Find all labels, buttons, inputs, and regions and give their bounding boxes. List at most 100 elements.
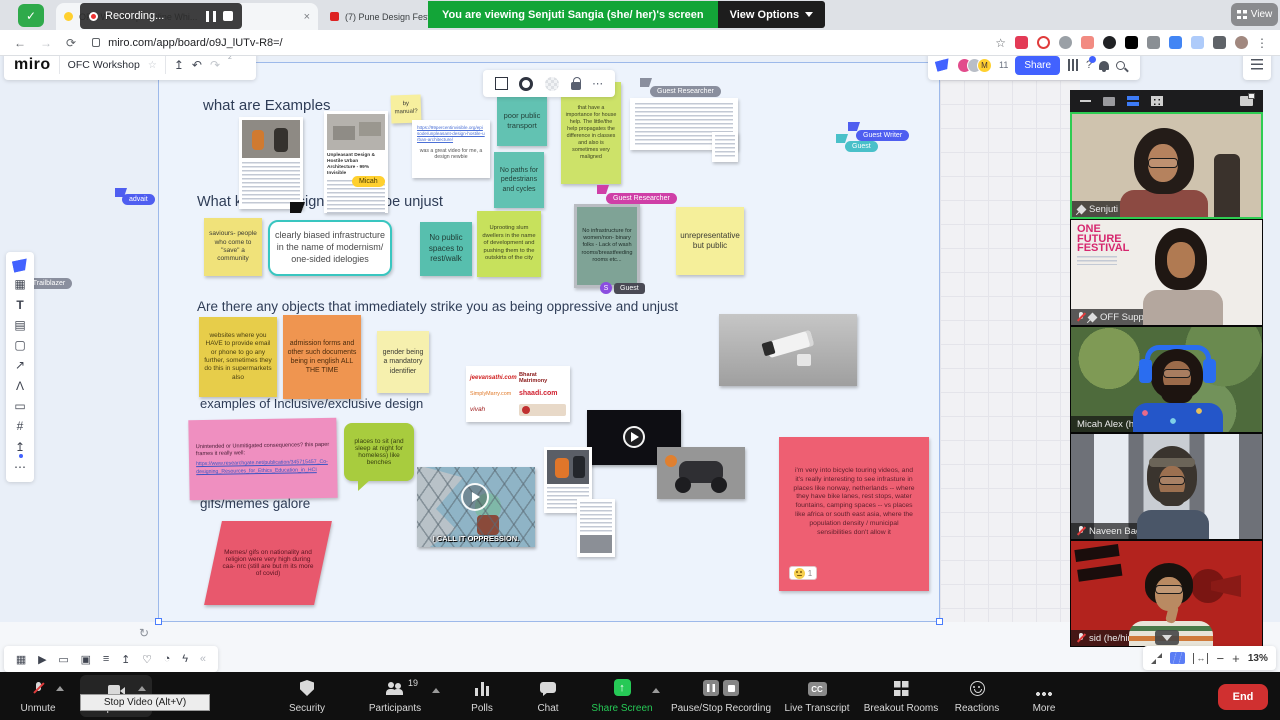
extension-pen-icon[interactable] xyxy=(1191,36,1204,49)
zoom-level[interactable]: 13% xyxy=(1248,653,1268,664)
redo-icon[interactable]: ↷ xyxy=(210,58,220,72)
comments-icon[interactable]: ▭ xyxy=(58,653,68,666)
avatar[interactable]: M xyxy=(977,58,992,73)
export-icon[interactable]: ↥ xyxy=(174,58,184,72)
video-tile-naveen[interactable]: Naveen Bagalkot xyxy=(1070,433,1263,540)
extension-circle-icon[interactable] xyxy=(1059,36,1072,49)
pause-recording-icon[interactable] xyxy=(206,11,216,22)
image-motorcycle[interactable] xyxy=(657,447,745,499)
reload-icon[interactable]: ⟳ xyxy=(66,36,76,50)
sticky-uprooting-slums[interactable]: Uprooting slum dwellers in the name of d… xyxy=(477,211,541,277)
fullscreen-icon[interactable] xyxy=(1151,653,1162,664)
sticky-no-public-spaces[interactable]: No public spaces to rest/walk xyxy=(420,222,472,276)
sticky-poor-transport[interactable]: poor public transport xyxy=(497,96,547,146)
shape-tool-icon[interactable]: ▢ xyxy=(14,338,25,352)
frame-handle[interactable] xyxy=(936,618,943,625)
extension-percent-icon[interactable] xyxy=(1015,36,1028,49)
unmute-button[interactable]: Unmute xyxy=(0,678,76,714)
sticky-websites-email[interactable]: websites where you HAVE to provide email… xyxy=(199,317,277,397)
extension-r-icon[interactable] xyxy=(1103,36,1116,49)
frame-handle[interactable] xyxy=(155,618,162,625)
view-options-button[interactable]: View Options xyxy=(718,1,825,28)
heading-unjust-design[interactable]: What kind of design tends to be unjust xyxy=(197,194,443,210)
frames-icon[interactable]: ▦ xyxy=(16,653,26,666)
heading-examples[interactable]: what are Examples xyxy=(203,97,331,114)
collapse-dock-icon[interactable]: « xyxy=(200,653,206,665)
note-link-99pi[interactable]: https://99percentinvisible.org/episode/u… xyxy=(412,120,490,178)
bookmark-star-icon[interactable]: ☆ xyxy=(995,36,1006,50)
shape-biased-infrastructure[interactable]: clearly biased infrastructure in the nam… xyxy=(268,220,392,276)
card-small-article[interactable] xyxy=(577,499,615,557)
zoom-view-button[interactable]: View xyxy=(1231,3,1278,26)
unmute-options-chevron[interactable] xyxy=(56,686,64,691)
miro-logo[interactable]: miro xyxy=(14,56,51,74)
sticky-no-infrastructure-women[interactable]: No infrastructure for women/non- binary … xyxy=(574,204,640,288)
settings-sliders-icon[interactable] xyxy=(1067,59,1079,71)
extension-b-icon[interactable] xyxy=(1125,36,1138,49)
export-board-icon[interactable]: ↥ xyxy=(121,653,130,666)
article-card-unpleasant-design[interactable]: Unpleasant Design & Hostile Urban Archit… xyxy=(324,111,388,213)
voting-icon[interactable]: ♡ xyxy=(142,653,152,666)
back-icon[interactable]: ← xyxy=(14,36,26,50)
browser-menu-icon[interactable]: ⋮ xyxy=(1256,36,1268,50)
reaction-chip[interactable]: 1 xyxy=(789,566,817,580)
square-shape-icon[interactable] xyxy=(495,77,508,90)
gallery-view-icon[interactable] xyxy=(1127,96,1139,106)
activities-icon[interactable]: ϟ xyxy=(182,653,188,665)
share-button[interactable]: Share xyxy=(1015,56,1060,75)
more-button[interactable]: More xyxy=(1004,678,1084,714)
stop-recording-icon[interactable] xyxy=(223,11,233,21)
sticky-paper-link[interactable]: Unintended or Unmitigated consequences? … xyxy=(188,418,337,501)
notifications-bell-icon[interactable] xyxy=(1099,61,1109,70)
sticky-admission-forms[interactable]: admission forms and other such documents… xyxy=(283,315,361,399)
extension-opera-icon[interactable] xyxy=(1037,36,1050,49)
minimize-icon[interactable] xyxy=(1080,100,1091,102)
grid-view-icon[interactable] xyxy=(1151,96,1163,106)
extension-pink-icon[interactable] xyxy=(1081,36,1094,49)
frame-tool-icon[interactable]: # xyxy=(17,419,24,433)
more-options-icon[interactable]: ⋯ xyxy=(592,77,603,90)
note-small[interactable] xyxy=(712,132,738,162)
upload-tool-icon[interactable]: ↥ xyxy=(15,440,25,454)
extension-camera-icon[interactable] xyxy=(1147,36,1160,49)
shape-memes-parallelogram[interactable]: Memes/ gifs on nationality and religion … xyxy=(204,521,332,605)
link-text[interactable]: https://99percentinvisible.org/episode/u… xyxy=(417,125,485,144)
presentation-icon[interactable]: ▶ xyxy=(38,653,46,666)
participants-options-chevron[interactable] xyxy=(432,688,440,693)
sticky-house-help[interactable]: that have a importance for house help. T… xyxy=(561,82,621,184)
undo-icon[interactable]: ↶ xyxy=(192,58,202,72)
collapse-videos-chevron[interactable] xyxy=(1155,630,1179,645)
video-tile-micah[interactable]: Micah Alex (he/him) xyxy=(1070,326,1263,433)
board-title[interactable]: OFC Workshop xyxy=(68,59,140,71)
comment-tool-icon[interactable]: ▭ xyxy=(14,399,25,413)
recording-widget[interactable]: Recording... xyxy=(80,3,242,29)
arrow-tool-icon[interactable]: ↗ xyxy=(15,358,25,372)
zoom-out-icon[interactable]: − xyxy=(1216,651,1224,666)
gif-squidward-oppression[interactable]: I CALL IT OPPRESSION. xyxy=(417,467,535,547)
video-tile-off-support[interactable]: ONE FUTURE FESTIVAL OFF Support- Srut... xyxy=(1070,219,1263,326)
play-icon[interactable] xyxy=(623,426,645,448)
security-button[interactable]: Security xyxy=(262,678,352,714)
extension-puzzle-icon[interactable] xyxy=(1213,36,1226,49)
more-tools-icon[interactable]: ⋯ xyxy=(14,460,26,474)
bubble-benches[interactable]: places to sit (and sleep at night for ho… xyxy=(344,423,414,481)
speaker-view-icon[interactable] xyxy=(1103,97,1115,106)
templates-tool-icon[interactable]: ▦ xyxy=(14,277,25,291)
collaborator-count[interactable]: 11 xyxy=(999,60,1008,70)
collaborator-cursor-icon[interactable] xyxy=(935,58,951,71)
canvas-grid-zone[interactable] xyxy=(940,56,1080,622)
cards-icon[interactable]: ▣ xyxy=(81,653,91,666)
sticky-saviours[interactable]: saviours- people who come to "save" a co… xyxy=(204,218,262,276)
favorite-star-icon[interactable]: ☆ xyxy=(148,60,157,71)
transparent-fill-icon[interactable] xyxy=(545,77,559,91)
article-card-domestic-workers[interactable] xyxy=(239,117,303,209)
circle-shape-icon[interactable] xyxy=(519,77,533,91)
video-options-chevron[interactable] xyxy=(138,686,146,691)
zoom-in-icon[interactable]: + xyxy=(1232,651,1240,666)
close-tab-icon[interactable]: × xyxy=(304,11,310,23)
heading-oppressive-objects[interactable]: Are there any objects that immediately s… xyxy=(197,299,678,314)
lock-icon[interactable] xyxy=(571,82,581,90)
timer-icon[interactable]: ◔ xyxy=(164,653,171,665)
share-options-chevron[interactable] xyxy=(652,688,660,693)
url-text[interactable]: miro.com/app/board/o9J_lUTv-R8=/ xyxy=(108,37,283,49)
